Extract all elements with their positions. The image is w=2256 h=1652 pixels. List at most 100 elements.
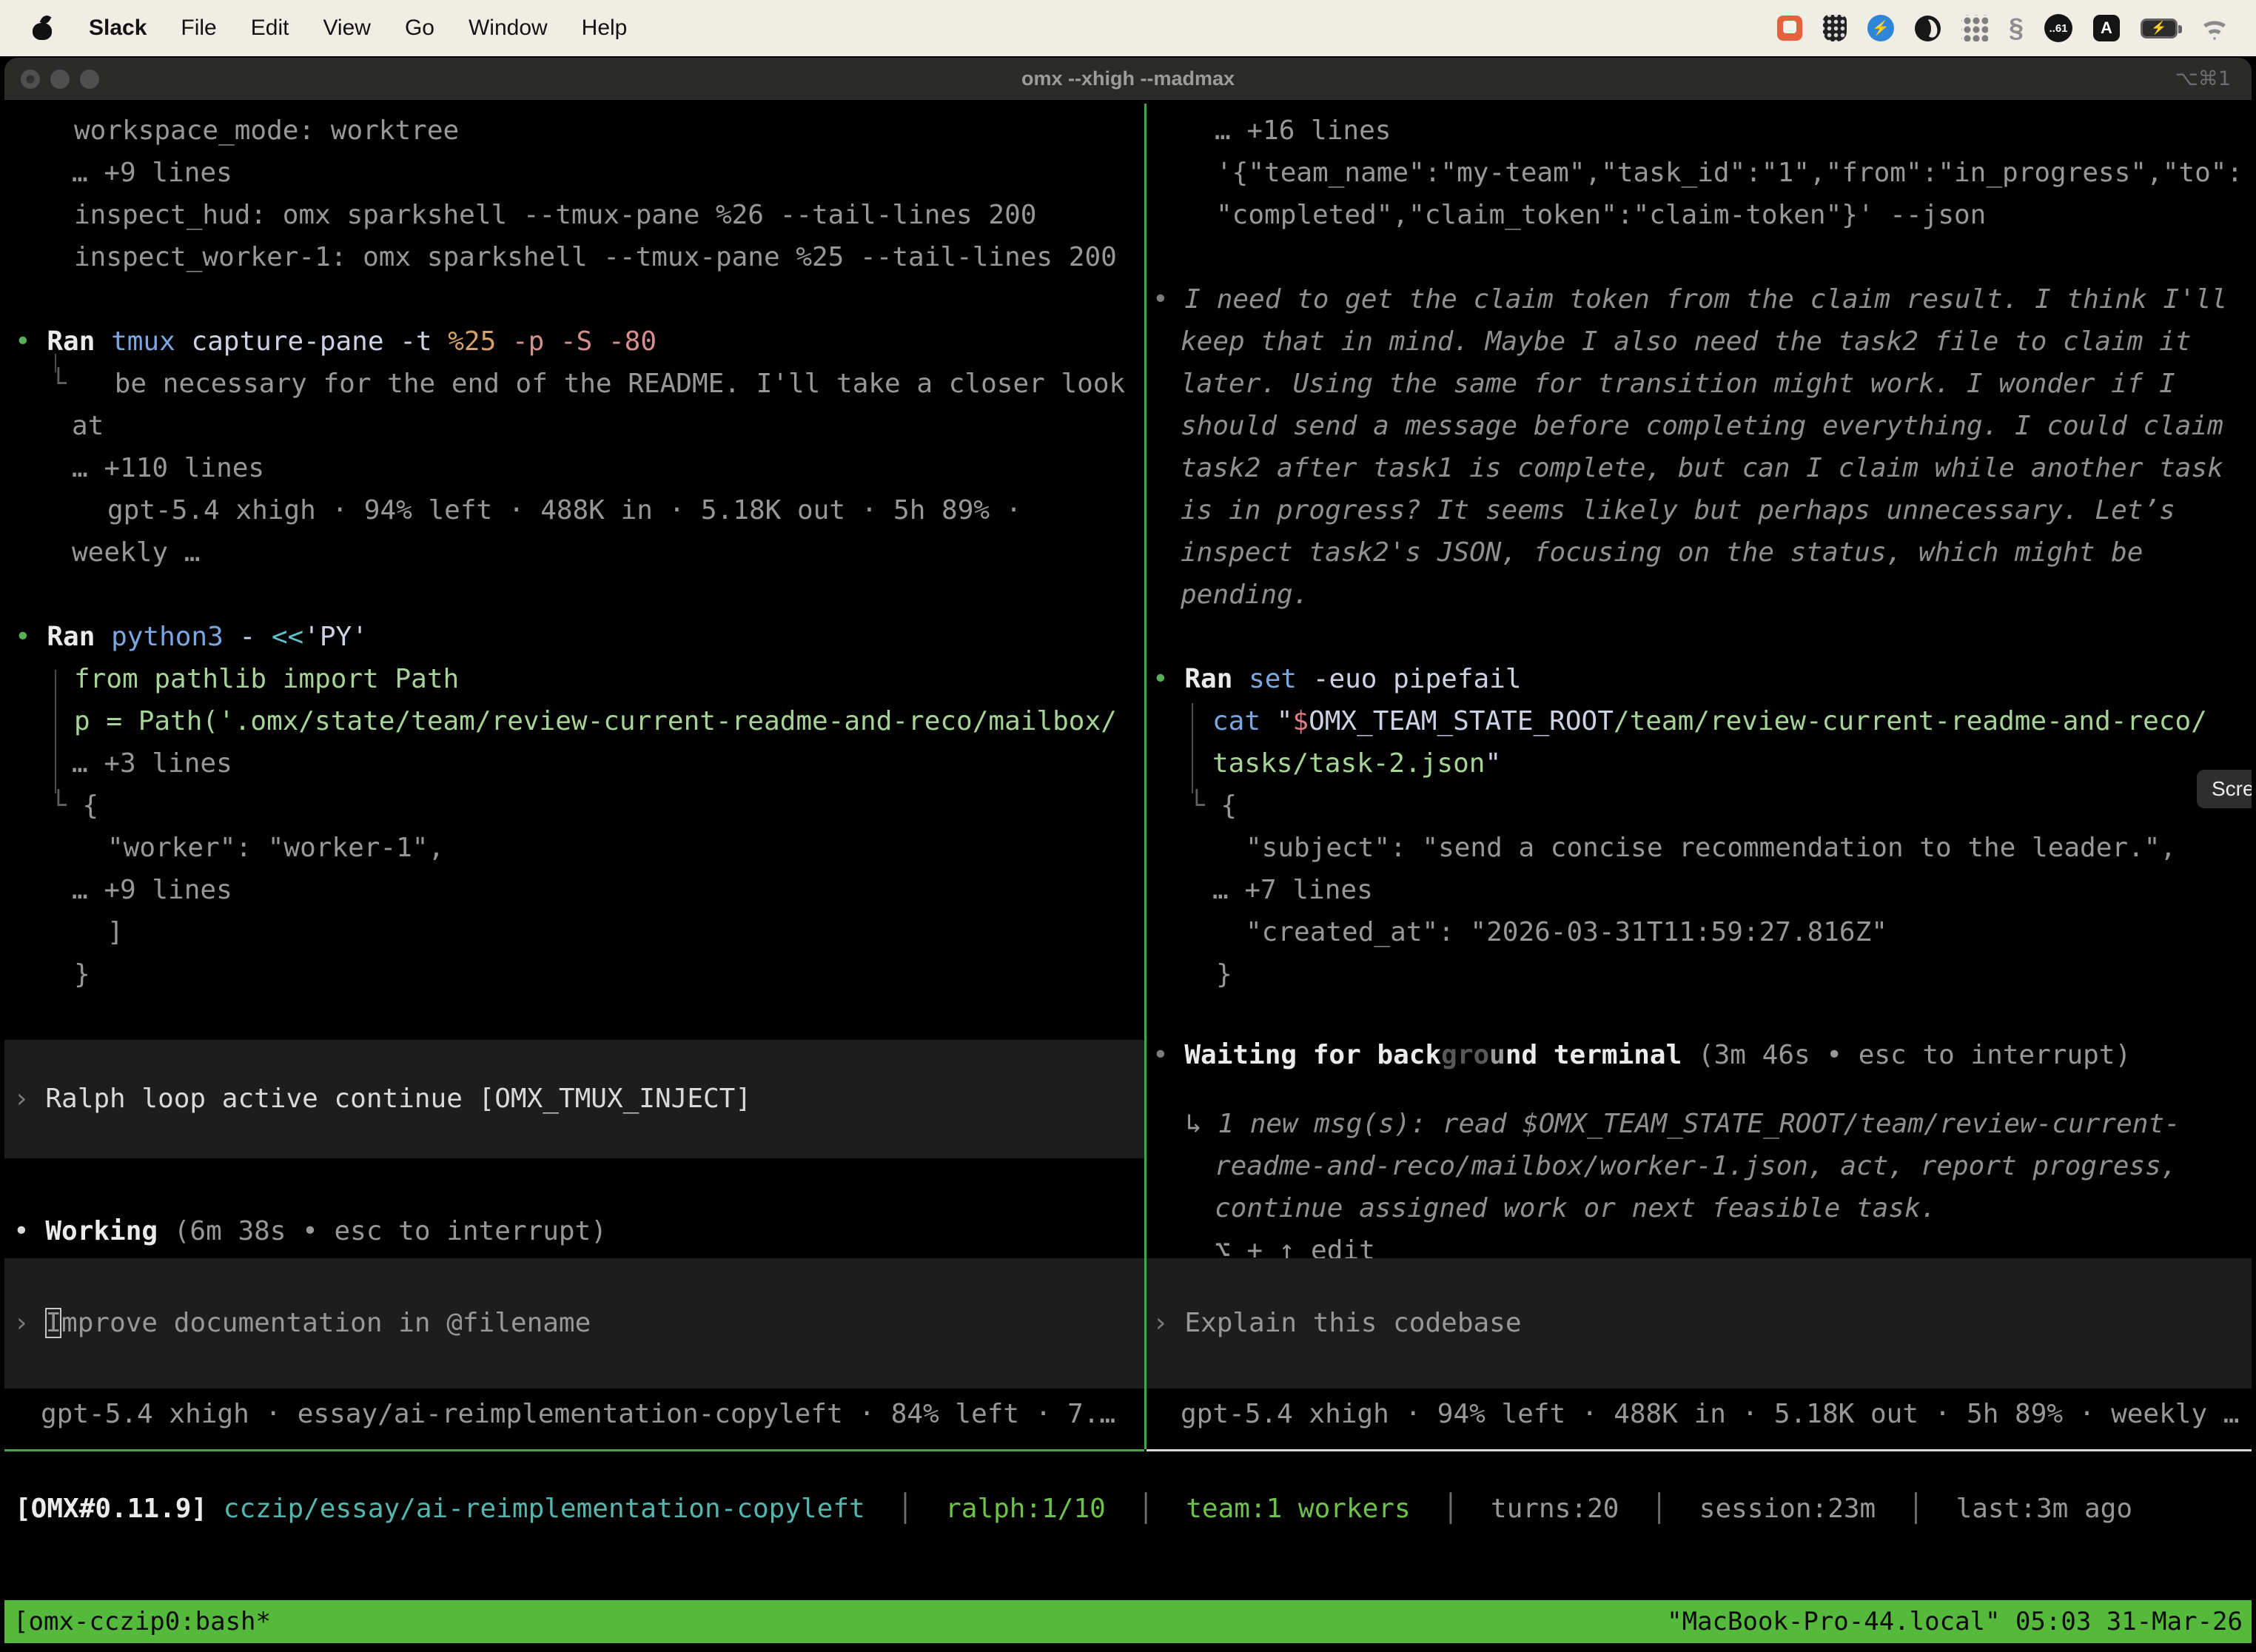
tmux-host-clock-label: "MacBook-Pro-44.local" 05:03 31-Mar-26 (1667, 1607, 2243, 1636)
terminal-line: "worker": "worker-1", (4, 827, 1144, 869)
terminal-line: … +9 lines (4, 869, 1144, 911)
battery-icon[interactable]: ⚡ (2141, 19, 2178, 38)
terminal-line: … +3 lines (4, 742, 1144, 785)
terminal-line: • Working (6m 38s • esc to interrupt) (4, 1210, 1144, 1252)
screenshot-app-icon[interactable] (1777, 16, 1802, 41)
terminal-line: ] (4, 911, 1144, 953)
tree-connector-line (55, 354, 56, 372)
terminal-line (4, 574, 1144, 616)
terminal-line: p = Path('.omx/state/team/review-current… (4, 700, 1144, 742)
tmux-pane-divider[interactable] (1144, 104, 1147, 1449)
terminal-line: ↳ 1 new msg(s): read $OMX_TEAM_STATE_ROO… (1147, 1103, 2252, 1145)
right-session-status-line: gpt-5.4 xhigh · 94% left · 488K in · 5.1… (1147, 1393, 2252, 1435)
terminal-line: inspect_hud: omx sparkshell --tmux-pane … (4, 194, 1144, 236)
menu-item-edit[interactable]: Edit (251, 16, 289, 41)
terminal-line: continue assigned work or next feasible … (1147, 1187, 2252, 1229)
menu-items: Slack File Edit View Go Window Help (89, 16, 627, 41)
terminal-line: › Ralph loop active continue [OMX_TMUX_I… (4, 1078, 1144, 1120)
apple-menu-icon[interactable] (33, 16, 52, 40)
mailbox-message-block: ↳ 1 new msg(s): read $OMX_TEAM_STATE_ROO… (1147, 1103, 2252, 1272)
left-prompt-input[interactable]: › Improve documentation in @filename (4, 1258, 1144, 1389)
input-source-icon[interactable]: A (2093, 15, 2120, 41)
window-shortcut-hint: ⌥⌘1 (2175, 58, 2231, 100)
menu-item-window[interactable]: Window (469, 16, 548, 41)
terminal-line: › Explain this codebase (1147, 1302, 2252, 1344)
terminal-line (4, 278, 1144, 320)
menu-item-go[interactable]: Go (405, 16, 434, 41)
terminal-line: • Ran tmux capture-pane -t %25 -p -S -80 (4, 320, 1144, 363)
terminal-line: readme-and-reco/mailbox/worker-1.json, a… (1147, 1145, 2252, 1187)
menu-item-help[interactable]: Help (582, 16, 628, 41)
terminal-line: └ { (1147, 785, 2252, 827)
right-prompt-input[interactable]: › Explain this codebase (1147, 1258, 2252, 1389)
terminal-line: inspect_worker-1: omx sparkshell --tmux-… (4, 236, 1144, 278)
menu-item-slack[interactable]: Slack (89, 16, 147, 41)
omx-status-line: [OMX#0.11.9] cczip/essay/ai-reimplementa… (4, 1488, 2252, 1530)
right-pane-scrollback: … +16 lines'{"team_name":"my-team","task… (1147, 110, 2252, 995)
terminal-line: is in progress? It seems likely but perh… (1147, 489, 2252, 531)
left-pane-scrollback: workspace_mode: worktree… +9 linesinspec… (4, 110, 1144, 995)
tmux-session-label: [omx-cczip0:bash* (13, 1607, 271, 1636)
left-session-status-line: gpt-5.4 xhigh · essay/ai-reimplementatio… (4, 1393, 1144, 1435)
tree-connector-line (1192, 703, 1193, 793)
terminal-line: } (4, 953, 1144, 995)
terminal-line: later. Using the same for transition mig… (1147, 363, 2252, 405)
terminal-line: … +9 lines (4, 152, 1144, 194)
terminal-line: cat "$OMX_TEAM_STATE_ROOT/team/review-cu… (1147, 700, 2252, 742)
window-titlebar[interactable]: omx --xhigh --madmax ⌥⌘1 (4, 58, 2252, 100)
terminal-line: "created_at": "2026-03-31T11:59:27.816Z" (1147, 911, 2252, 953)
tree-connector-line (55, 670, 56, 793)
working-status-line: • Working (6m 38s • esc to interrupt) (4, 1210, 1144, 1252)
terminal-window: omx --xhigh --madmax ⌥⌘1 workspace_mode:… (4, 58, 2252, 1652)
wave-badge-icon[interactable]: ⚡ (1867, 15, 1894, 41)
menu-status-icons: ⚡ § ..61 A ⚡ (1777, 0, 2231, 56)
terminal-line: task2 after task1 is complete, but can I… (1147, 447, 2252, 489)
menu-item-file[interactable]: File (181, 16, 216, 41)
terminal-line: [OMX#0.11.9] cczip/essay/ai-reimplementa… (4, 1488, 2252, 1530)
waiting-status-line: • Waiting for background terminal (3m 46… (1147, 1034, 2252, 1076)
terminal-line: └ be necessary for the end of the README… (4, 363, 1144, 405)
window-title: omx --xhigh --madmax (4, 58, 2252, 100)
battery-percent-badge-icon[interactable]: ..61 (2044, 14, 2072, 42)
crescent-app-icon[interactable] (1915, 16, 1941, 41)
keypad-shield-icon[interactable] (1823, 15, 1847, 41)
terminal-content: workspace_mode: worktree… +9 linesinspec… (4, 100, 2252, 1652)
terminal-line: should send a message before completing … (1147, 405, 2252, 447)
squiggle-icon[interactable]: § (2009, 13, 2024, 44)
terminal-line: gpt-5.4 xhigh · 94% left · 488K in · 5.1… (4, 489, 1144, 531)
ralph-loop-box: › Ralph loop active continue [OMX_TMUX_I… (4, 1040, 1144, 1158)
wifi-icon[interactable] (2198, 16, 2231, 41)
right-pane-bottom-border (1147, 1449, 2252, 1451)
terminal-line (1147, 616, 2252, 658)
terminal-line: weekly … (4, 531, 1144, 574)
terminal-line: … +110 lines (4, 447, 1144, 489)
terminal-line: inspect task2's JSON, focusing on the st… (1147, 531, 2252, 574)
right-terminal-pane[interactable]: … +16 lines'{"team_name":"my-team","task… (1147, 100, 2252, 1449)
terminal-line: … +16 lines (1147, 110, 2252, 152)
terminal-line: • Waiting for background terminal (3m 46… (1147, 1034, 2252, 1076)
terminal-line: } (1147, 953, 2252, 995)
terminal-line: • Ran python3 - <<'PY' (4, 616, 1144, 658)
terminal-line: gpt-5.4 xhigh · essay/ai-reimplementatio… (4, 1393, 1144, 1435)
terminal-line: … +7 lines (1147, 869, 2252, 911)
terminal-line: '{"team_name":"my-team","task_id":"1","f… (1147, 152, 2252, 194)
terminal-line: "subject": "send a concise recommendatio… (1147, 827, 2252, 869)
terminal-line: • Ran set -euo pipefail (1147, 658, 2252, 700)
terminal-line (1147, 236, 2252, 278)
menu-item-view[interactable]: View (323, 16, 370, 41)
terminal-line: └ { (4, 785, 1144, 827)
left-terminal-pane[interactable]: workspace_mode: worktree… +9 linesinspec… (4, 100, 1144, 1449)
terminal-line: at (4, 405, 1144, 447)
terminal-line: from pathlib import Path (4, 658, 1144, 700)
terminal-line: pending. (1147, 574, 2252, 616)
terminal-line: "completed","claim_token":"claim-token"}… (1147, 194, 2252, 236)
tmux-status-bar: [omx-cczip0:bash* "MacBook-Pro-44.local"… (4, 1600, 2252, 1643)
terminal-line: tasks/task-2.json" (1147, 742, 2252, 785)
dots-grid-icon[interactable] (1961, 15, 1988, 41)
menu-bar: Slack File Edit View Go Window Help ⚡ § ..61 A ⚡ (0, 0, 2256, 56)
terminal-line: › Improve documentation in @filename (4, 1302, 1144, 1344)
screen-capture-overlay-button[interactable]: Scre (2197, 770, 2252, 808)
terminal-line: • I need to get the claim token from the… (1147, 278, 2252, 320)
terminal-line: gpt-5.4 xhigh · 94% left · 488K in · 5.1… (1147, 1393, 2252, 1435)
terminal-line: workspace_mode: worktree (4, 110, 1144, 152)
